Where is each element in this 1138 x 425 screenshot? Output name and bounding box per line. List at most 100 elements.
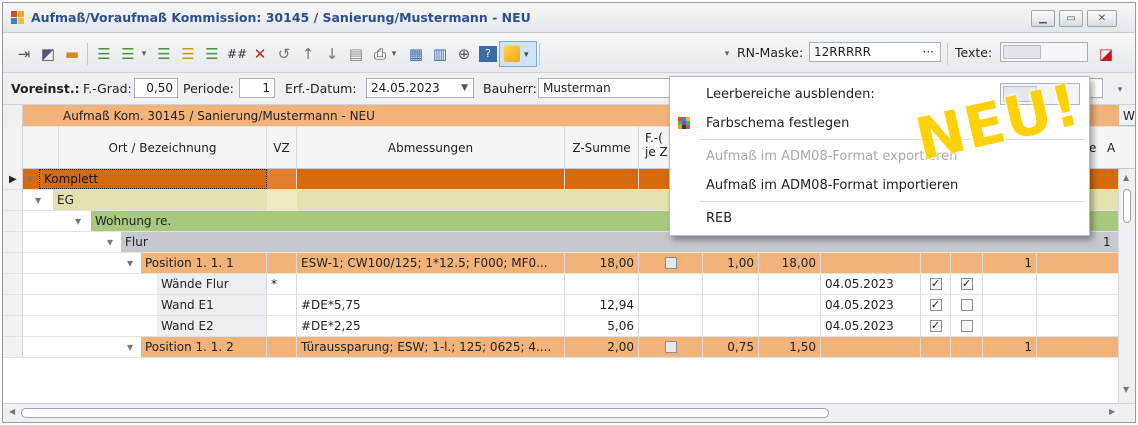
col-a-cut[interactable]: A bbox=[1103, 127, 1118, 169]
vertical-scrollbar[interactable]: ▲ ▼ bbox=[1118, 169, 1135, 403]
dropdown-arrow-icon[interactable]: ▾ bbox=[139, 45, 149, 63]
row-checkbox[interactable] bbox=[639, 337, 703, 357]
row-value: 1 bbox=[983, 253, 1037, 273]
menu-item-reb[interactable]: REB bbox=[706, 211, 732, 226]
col-ort[interactable]: Ort / Bezeichnung bbox=[59, 127, 267, 169]
rn-mask-input[interactable]: 12RRRRR ··· bbox=[809, 42, 941, 62]
row-abmessungen[interactable]: ESW-1; CW100/125; 1*12.5; F000; MF0... bbox=[297, 253, 565, 273]
export-window-icon[interactable]: ◪ bbox=[1097, 45, 1115, 63]
collapse-icon[interactable]: ▾ bbox=[31, 190, 49, 210]
row-label[interactable]: Wohnung re. bbox=[91, 211, 267, 231]
row-label[interactable]: Wand E1 bbox=[157, 295, 267, 315]
move-up-icon[interactable]: ↑ bbox=[299, 45, 317, 63]
color-scheme-icon bbox=[678, 117, 690, 129]
bauherr-input[interactable]: Musterman bbox=[538, 78, 678, 98]
row-date[interactable]: 04.05.2023 bbox=[821, 274, 921, 294]
voreinst-label: Voreinst.: bbox=[11, 81, 80, 96]
texte-toggle[interactable] bbox=[1000, 42, 1088, 62]
edit-form-icon[interactable]: ◩ bbox=[39, 45, 57, 63]
pin-icon[interactable]: ⇥ bbox=[15, 45, 33, 63]
scroll-up-icon[interactable]: ▲ bbox=[1123, 173, 1129, 182]
move-down-icon[interactable]: ↓ bbox=[323, 45, 341, 63]
date-dropdown-icon[interactable]: ▼ bbox=[461, 79, 468, 97]
report-icon[interactable]: ▦ bbox=[407, 45, 425, 63]
row-zsumme: 2,00 bbox=[565, 337, 639, 357]
row-label[interactable]: Wand E2 bbox=[157, 316, 267, 336]
add-row-below-icon[interactable]: ☰ bbox=[119, 45, 137, 63]
periode-input[interactable]: 1 bbox=[239, 78, 275, 98]
scroll-down-icon[interactable]: ▼ bbox=[1123, 385, 1129, 394]
table-row[interactable]: Wand E1 #DE*5,75 12,94 04.05.2023 ✓ bbox=[3, 295, 1135, 316]
menu-item-color-scheme[interactable]: Farbschema festlegen bbox=[706, 116, 849, 131]
add-row-icon[interactable]: ☰ bbox=[95, 45, 113, 63]
add-group-icon[interactable]: ☰ bbox=[155, 45, 173, 63]
table-row[interactable]: Wand E2 #DE*2,25 5,06 04.05.2023 ✓ bbox=[3, 316, 1135, 337]
row-date[interactable]: 04.05.2023 bbox=[821, 316, 921, 336]
menu-item-import[interactable]: Aufmaß im ADM08-Format importieren bbox=[706, 178, 958, 193]
row-check-b[interactable]: ✓ bbox=[951, 274, 983, 294]
collapse-icon[interactable]: ▾ bbox=[103, 232, 121, 252]
row-check-b[interactable] bbox=[951, 295, 983, 315]
app-logo-icon bbox=[11, 11, 25, 25]
table-row[interactable]: ▾ Position 1. 1. 1 ESW-1; CW100/125; 1*1… bbox=[3, 253, 1135, 274]
horizontal-scroll-thumb[interactable] bbox=[21, 408, 829, 418]
col-zsumme[interactable]: Z-Summe bbox=[565, 127, 639, 169]
row-check-a[interactable]: ✓ bbox=[921, 274, 951, 294]
rn-dropdown-icon[interactable]: ▾ bbox=[721, 45, 733, 63]
print-icon[interactable]: ⎙ bbox=[371, 45, 389, 63]
erf-datum-label: Erf.-Datum: bbox=[285, 81, 357, 96]
col-abmessungen[interactable]: Abmessungen bbox=[297, 127, 565, 169]
collapse-icon[interactable]: ▾ bbox=[71, 211, 89, 231]
row-label[interactable]: Position 1. 1. 1 bbox=[141, 253, 267, 273]
vertical-scroll-thumb[interactable] bbox=[1123, 189, 1131, 223]
row-checkbox[interactable] bbox=[639, 253, 703, 273]
delete-icon[interactable]: ✕ bbox=[251, 45, 269, 63]
rn-mask-label: RN-Maske: bbox=[737, 45, 804, 60]
settings-dropdown-icon[interactable]: ▾ bbox=[1111, 81, 1129, 99]
row-zsumme: 5,06 bbox=[565, 316, 639, 336]
row-abmessungen[interactable]: Türaussparung; ESW; 1-l.; 125; 0625; 4..… bbox=[297, 337, 565, 357]
fgrad-input[interactable]: 0,50 bbox=[134, 78, 178, 98]
row-value: 1 bbox=[1103, 235, 1111, 249]
save-icon[interactable]: ▤ bbox=[347, 45, 365, 63]
toolbar: ⇥ ◩ ▬ ☰ ☰ ▾ ☰ ☰ ☰ ## ✕ ↺ ↑ ↓ ▤ ⎙ ▾ ▦ ▥ ⊕… bbox=[3, 33, 1135, 73]
menu-item-hide-empty[interactable]: Leerbereiche ausblenden: bbox=[706, 87, 875, 102]
row-date[interactable]: 04.05.2023 bbox=[821, 295, 921, 315]
maximize-button[interactable]: ▭ bbox=[1059, 10, 1083, 27]
collapse-icon[interactable]: ▾ bbox=[123, 253, 141, 273]
row-abmessungen[interactable]: #DE*5,75 bbox=[297, 295, 565, 315]
table-row[interactable]: ▾ Position 1. 1. 2 Türaussparung; ESW; 1… bbox=[3, 337, 1135, 358]
row-label[interactable]: Wände Flur bbox=[157, 274, 267, 294]
print-dropdown-icon[interactable]: ▾ bbox=[389, 45, 399, 63]
row-label[interactable]: EG bbox=[53, 190, 267, 210]
row-label[interactable]: Position 1. 1. 2 bbox=[141, 337, 267, 357]
numbering-icon[interactable]: ## bbox=[227, 45, 247, 63]
insert-row-icon[interactable]: ☰ bbox=[203, 45, 221, 63]
row-check-a[interactable]: ✓ bbox=[921, 316, 951, 336]
erf-datum-input[interactable]: 24.05.2023 ▼ bbox=[366, 78, 474, 98]
undo-icon[interactable]: ↺ bbox=[275, 45, 293, 63]
table-row[interactable]: Wände Flur * 04.05.2023 ✓ ✓ bbox=[3, 274, 1135, 295]
row-label[interactable]: Komplett bbox=[39, 169, 267, 189]
add-subgroup-icon[interactable]: ☰ bbox=[179, 45, 197, 63]
row-check-a[interactable]: ✓ bbox=[921, 295, 951, 315]
zoom-icon[interactable]: ⊕ bbox=[455, 45, 473, 63]
row-abmessungen[interactable]: #DE*2,25 bbox=[297, 316, 565, 336]
row-vz[interactable]: * bbox=[267, 274, 297, 294]
horizontal-scrollbar[interactable]: ◀ ▶ bbox=[3, 403, 1135, 422]
extras-menu-button[interactable]: ▾ bbox=[499, 41, 537, 67]
collapse-icon[interactable]: ▾ bbox=[123, 337, 141, 357]
help-icon[interactable]: ? bbox=[479, 46, 497, 62]
row-label[interactable]: Flur bbox=[121, 232, 267, 252]
scroll-right-icon[interactable]: ▶ bbox=[1109, 407, 1115, 416]
ruler-icon[interactable]: ▬ bbox=[63, 45, 81, 63]
row-check-b[interactable] bbox=[951, 316, 983, 336]
rn-mask-more-button[interactable]: ··· bbox=[923, 43, 934, 61]
table-view-icon[interactable]: ▥ bbox=[431, 45, 449, 63]
scroll-left-icon[interactable]: ◀ bbox=[9, 407, 15, 416]
col-faktor[interactable]: F.-( je Z bbox=[639, 127, 671, 169]
minimize-button[interactable]: ▁ bbox=[1031, 10, 1055, 27]
close-button[interactable]: ✕ bbox=[1087, 10, 1117, 27]
row-menge: 1,50 bbox=[759, 337, 821, 357]
col-vz[interactable]: VZ bbox=[267, 127, 297, 169]
